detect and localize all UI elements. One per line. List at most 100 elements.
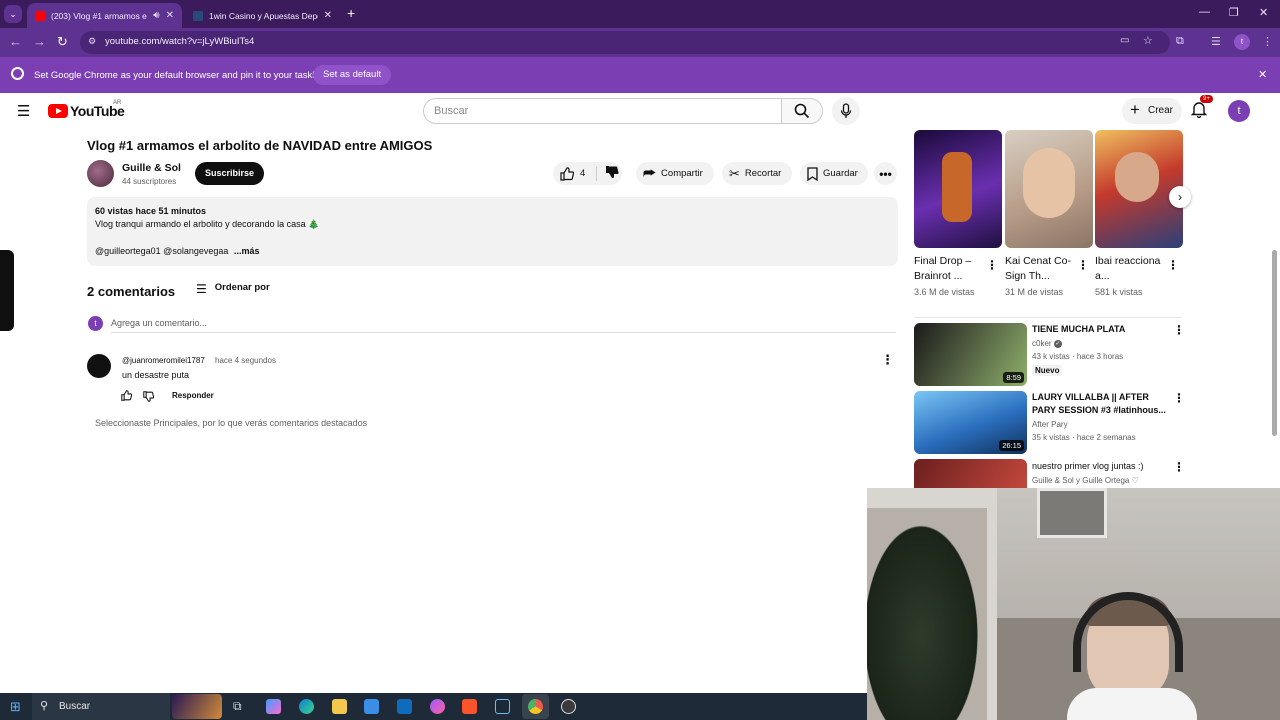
search-button[interactable] (781, 98, 823, 124)
dislike-button[interactable] (597, 165, 619, 182)
short-title[interactable]: Final Drop – Brainrot ... (914, 254, 984, 284)
share-label: Compartir (661, 168, 703, 179)
short-title[interactable]: Kai Cenat Co-Sign Th... (1005, 254, 1075, 284)
sort-comments-button[interactable]: ☰ Ordenar por (196, 282, 270, 296)
profile-avatar[interactable]: t (1234, 34, 1250, 50)
browser-tab[interactable]: 1win Casino y Apuestas Deport ✕ (185, 3, 340, 28)
video-meta: 43 k vistas · hace 3 horas (1032, 352, 1124, 361)
address-bar[interactable]: ⚙ youtube.com/watch?v=jLyWBiuITs4 ▭ ☆ (80, 31, 1170, 54)
webcam-overlay (867, 488, 1280, 720)
set-default-button[interactable]: Set as default (313, 65, 392, 85)
bookmark-star-icon[interactable]: ☆ (1143, 34, 1153, 47)
video-title[interactable]: TIENE MUCHA PLATA (1032, 323, 1168, 336)
search-input[interactable]: Buscar (423, 98, 782, 124)
short-menu-icon[interactable]: ⋮ (1167, 258, 1179, 272)
back-icon[interactable]: ← (9, 34, 22, 49)
description-box[interactable]: 60 vistas hace 51 minutos Vlog tranqui a… (87, 197, 898, 266)
like-button[interactable]: 4 (553, 166, 597, 181)
comment-time[interactable]: hace 4 segundos (215, 356, 276, 365)
menu-icon[interactable]: ⋮ (1262, 35, 1273, 48)
close-tab-icon[interactable]: ✕ (324, 10, 332, 21)
messenger-icon[interactable] (430, 699, 445, 714)
video-menu-icon[interactable]: ⋮ (1173, 460, 1185, 474)
outlook-icon[interactable] (397, 699, 412, 714)
short-views: 3.6 M de vistas (914, 287, 975, 297)
file-explorer-icon[interactable] (332, 699, 347, 714)
shorts-next-button[interactable]: › (1169, 186, 1191, 208)
show-more-link[interactable]: ...más (234, 246, 260, 256)
description-mentions[interactable]: @guilleortega01 @solangevegaa (95, 246, 228, 256)
forward-icon[interactable]: → (33, 34, 46, 49)
brave-icon[interactable] (462, 699, 477, 714)
video-title[interactable]: nuestro primer vlog juntas :) (1032, 460, 1168, 473)
short-thumbnail[interactable] (914, 130, 1002, 248)
restore-button[interactable]: ❐ (1229, 6, 1239, 19)
short-menu-icon[interactable]: ⋮ (986, 258, 998, 272)
browser-tab-active[interactable]: (203) Vlog #1 armamos el a 🔊︎ ✕ (27, 3, 182, 28)
video-channel[interactable]: After Pary (1032, 420, 1068, 429)
clip-button[interactable]: ✂ Recortar (722, 162, 792, 185)
page-scrollbar[interactable] (1272, 250, 1277, 436)
obs-icon[interactable] (561, 699, 576, 714)
steam-icon[interactable] (495, 699, 510, 714)
active-app-indicator (522, 694, 549, 719)
video-channel[interactable]: Guille & Sol y Guille Ortega ♡ (1032, 476, 1139, 485)
save-button[interactable]: Guardar (800, 162, 868, 185)
share-icon: ⮫ (643, 165, 657, 181)
video-thumbnail[interactable] (914, 459, 1027, 488)
cast-icon[interactable]: ▭ (1120, 35, 1129, 46)
channel-name[interactable]: Guille & Sol (122, 162, 181, 174)
commenter-avatar[interactable] (87, 354, 111, 378)
copilot-icon[interactable] (266, 699, 281, 714)
video-meta: 35 k vistas · hace 2 semanas (1032, 433, 1136, 442)
youtube-favicon-icon (35, 10, 45, 21)
short-menu-icon[interactable]: ⋮ (1077, 258, 1089, 272)
subscribe-button[interactable]: Suscribirse (195, 162, 264, 185)
short-thumbnail[interactable] (1005, 130, 1093, 248)
video-title: Vlog #1 armamos el arbolito de NAVIDAD e… (87, 138, 433, 153)
new-tab-button[interactable]: + (347, 5, 355, 21)
close-tab-icon[interactable]: ✕ (166, 10, 174, 21)
taskbar-search[interactable]: ⚲ Buscar (32, 693, 222, 720)
short-title[interactable]: Ibai reacciona a... (1095, 254, 1165, 284)
task-view-icon[interactable]: ⧉ (233, 699, 242, 714)
comments-count: 2 comentarios (87, 284, 176, 299)
close-window-button[interactable]: ✕ (1259, 6, 1268, 19)
minimize-button[interactable]: — (1199, 6, 1210, 18)
media-icon[interactable]: ☰ (1211, 35, 1221, 48)
video-thumbnail[interactable]: 8:59 (914, 323, 1027, 386)
comment-dislike-icon[interactable] (143, 391, 154, 402)
more-actions-button[interactable]: ••• (874, 162, 897, 185)
channel-avatar[interactable] (87, 160, 114, 187)
comment-menu-icon[interactable]: ⋮ (881, 352, 894, 368)
video-thumbnail[interactable]: 26:15 (914, 391, 1027, 454)
create-label: Crear (1148, 105, 1174, 116)
account-avatar[interactable]: t (1228, 100, 1250, 122)
comment-author[interactable]: @juanromeromilei1787 (122, 356, 205, 365)
video-title[interactable]: LAURY VILLALBA || AFTER PARY SESSION #3 … (1032, 391, 1168, 417)
share-button[interactable]: ⮫ Compartir (636, 162, 714, 185)
divider (111, 332, 896, 333)
add-comment-input[interactable]: Agrega un comentario... (111, 318, 207, 328)
short-thumbnail[interactable] (1095, 130, 1183, 248)
hamburger-menu-icon[interactable]: ☰ (17, 102, 30, 120)
reply-button[interactable]: Responder (172, 391, 214, 400)
video-duration: 26:15 (999, 440, 1024, 451)
windows-start-icon[interactable]: ⊞ (10, 699, 21, 715)
comment-like-icon[interactable] (121, 390, 132, 401)
extensions-icon[interactable]: ⧉ (1176, 35, 1184, 48)
edge-icon[interactable] (299, 699, 314, 714)
verified-icon: ✓ (1053, 339, 1062, 348)
create-button[interactable]: + Crear (1122, 98, 1182, 124)
tab-search-button[interactable]: ⌄ (4, 5, 22, 23)
bookmark-icon (807, 166, 818, 181)
store-icon[interactable] (364, 699, 379, 714)
video-menu-icon[interactable]: ⋮ (1173, 323, 1185, 337)
close-infobar-icon[interactable]: ✕ (1258, 68, 1267, 81)
video-menu-icon[interactable]: ⋮ (1173, 391, 1185, 405)
site-info-icon[interactable]: ⚙ (88, 36, 96, 47)
browser-tab-strip: ⌄ (203) Vlog #1 armamos el a 🔊︎ ✕ 1win C… (0, 0, 1280, 28)
voice-search-button[interactable] (832, 97, 860, 125)
video-channel[interactable]: c0ker ✓ (1032, 339, 1062, 348)
reload-icon[interactable]: ↻ (57, 34, 68, 50)
